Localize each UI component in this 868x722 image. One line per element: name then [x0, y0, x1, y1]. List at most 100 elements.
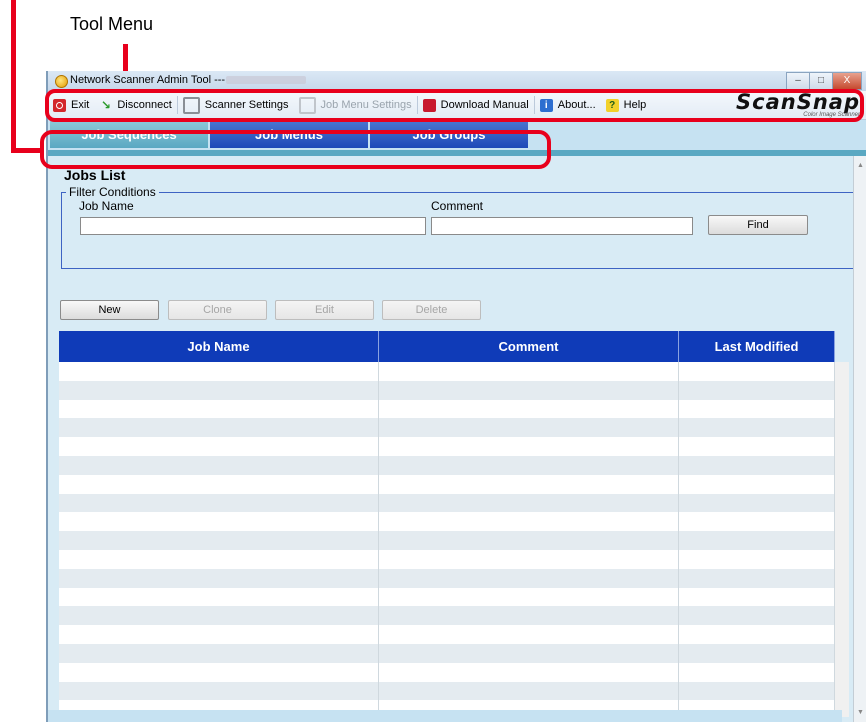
clone-button[interactable]: Clone: [168, 300, 267, 320]
column-header-last-modified[interactable]: Last Modified: [679, 331, 835, 362]
bottom-strip: [48, 710, 842, 722]
jobs-list-panel: Jobs List Filter Conditions Job Name Com…: [48, 156, 855, 722]
table-row[interactable]: [59, 493, 835, 513]
table-cell: [679, 587, 835, 607]
scroll-down-icon[interactable]: ▼: [857, 709, 864, 716]
filter-legend: Filter Conditions: [66, 185, 159, 199]
title-bar: Network Scanner Admin Tool --- – □ X: [48, 71, 866, 91]
table-cell: [59, 474, 379, 494]
table-cell: [59, 399, 379, 419]
table-cell: [59, 606, 379, 626]
table-row[interactable]: [59, 437, 835, 456]
table-cell: [679, 474, 835, 494]
column-header-comment[interactable]: Comment: [379, 331, 679, 362]
table-cell: [379, 606, 679, 626]
table-cell: [59, 362, 379, 381]
tabs-highlight: [40, 130, 551, 169]
table-row[interactable]: [59, 474, 835, 494]
table-cell: [379, 455, 679, 475]
table-cell: [59, 625, 379, 644]
table-cell: [679, 493, 835, 513]
table-row[interactable]: [59, 380, 835, 400]
callout-line-vertical: [123, 44, 128, 74]
table-cell: [59, 380, 379, 400]
callout-line-left: [11, 0, 16, 153]
scroll-up-icon[interactable]: ▲: [857, 162, 864, 169]
tool-menu-highlight: [45, 89, 864, 122]
page-title: Jobs List: [64, 167, 126, 183]
table-cell: [679, 531, 835, 550]
table-cell: [379, 437, 679, 456]
table-cell: [679, 418, 835, 438]
table-row[interactable]: [59, 512, 835, 532]
close-button[interactable]: X: [832, 72, 862, 90]
table-header: Job Name Comment Last Modified: [59, 331, 835, 362]
maximize-button[interactable]: □: [809, 72, 833, 90]
comment-filter-input[interactable]: [431, 217, 693, 235]
minimize-button[interactable]: –: [786, 72, 810, 90]
table-row[interactable]: [59, 606, 835, 626]
table-cell: [59, 493, 379, 513]
table-cell: [679, 625, 835, 644]
find-button[interactable]: Find: [708, 215, 808, 235]
table-cell: [59, 418, 379, 438]
callout-line-horizontal: [11, 148, 43, 153]
column-header-job-name[interactable]: Job Name: [59, 331, 379, 362]
table-cell: [59, 437, 379, 456]
window-scrollbar[interactable]: ▲ ▼: [853, 156, 866, 722]
table-cell: [379, 587, 679, 607]
table-row[interactable]: [59, 362, 835, 381]
table-cell: [379, 418, 679, 438]
table-cell: [379, 662, 679, 682]
table-row[interactable]: [59, 549, 835, 569]
table-cell: [379, 493, 679, 513]
job-name-filter-input[interactable]: [80, 217, 426, 235]
table-cell: [379, 568, 679, 588]
table-row[interactable]: [59, 399, 835, 419]
table-row[interactable]: [59, 568, 835, 588]
table-row[interactable]: [59, 587, 835, 607]
table-cell: [679, 549, 835, 569]
table-cell: [679, 606, 835, 626]
table-cell: [379, 380, 679, 400]
comment-filter-label: Comment: [431, 199, 484, 213]
table-cell: [59, 549, 379, 569]
filter-conditions-group: Filter Conditions Job Name Comment Find: [61, 185, 855, 269]
table-row[interactable]: [59, 662, 835, 682]
table-cell: [379, 474, 679, 494]
table-cell: [59, 587, 379, 607]
table-cell: [379, 362, 679, 381]
new-button[interactable]: New: [60, 300, 159, 320]
tool-menu-callout-label: Tool Menu: [70, 14, 154, 34]
table-cell: [379, 512, 679, 532]
edit-button[interactable]: Edit: [275, 300, 374, 320]
table-cell: [379, 399, 679, 419]
table-scrollbar[interactable]: [835, 362, 849, 717]
window-controls: – □ X: [786, 72, 862, 90]
delete-button[interactable]: Delete: [382, 300, 481, 320]
table-cell: [379, 643, 679, 663]
table-cell: [679, 362, 835, 381]
table-row[interactable]: [59, 531, 835, 550]
table-cell: [679, 399, 835, 419]
table-cell: [679, 380, 835, 400]
table-cell: [59, 662, 379, 682]
table-row[interactable]: [59, 455, 835, 475]
table-cell: [679, 568, 835, 588]
table-row[interactable]: [59, 681, 835, 701]
table-cell: [59, 568, 379, 588]
table-cell: [59, 643, 379, 663]
table-row[interactable]: [59, 643, 835, 663]
table-cell: [59, 512, 379, 532]
table-row[interactable]: [59, 625, 835, 644]
table-cell: [59, 455, 379, 475]
table-cell: [59, 531, 379, 550]
table-cell: [679, 662, 835, 682]
table-cell: [379, 681, 679, 701]
table-body: [59, 362, 835, 720]
table-cell: [379, 625, 679, 644]
job-name-filter-label: Job Name: [79, 199, 134, 213]
table-cell: [679, 643, 835, 663]
table-cell: [679, 437, 835, 456]
table-row[interactable]: [59, 418, 835, 438]
